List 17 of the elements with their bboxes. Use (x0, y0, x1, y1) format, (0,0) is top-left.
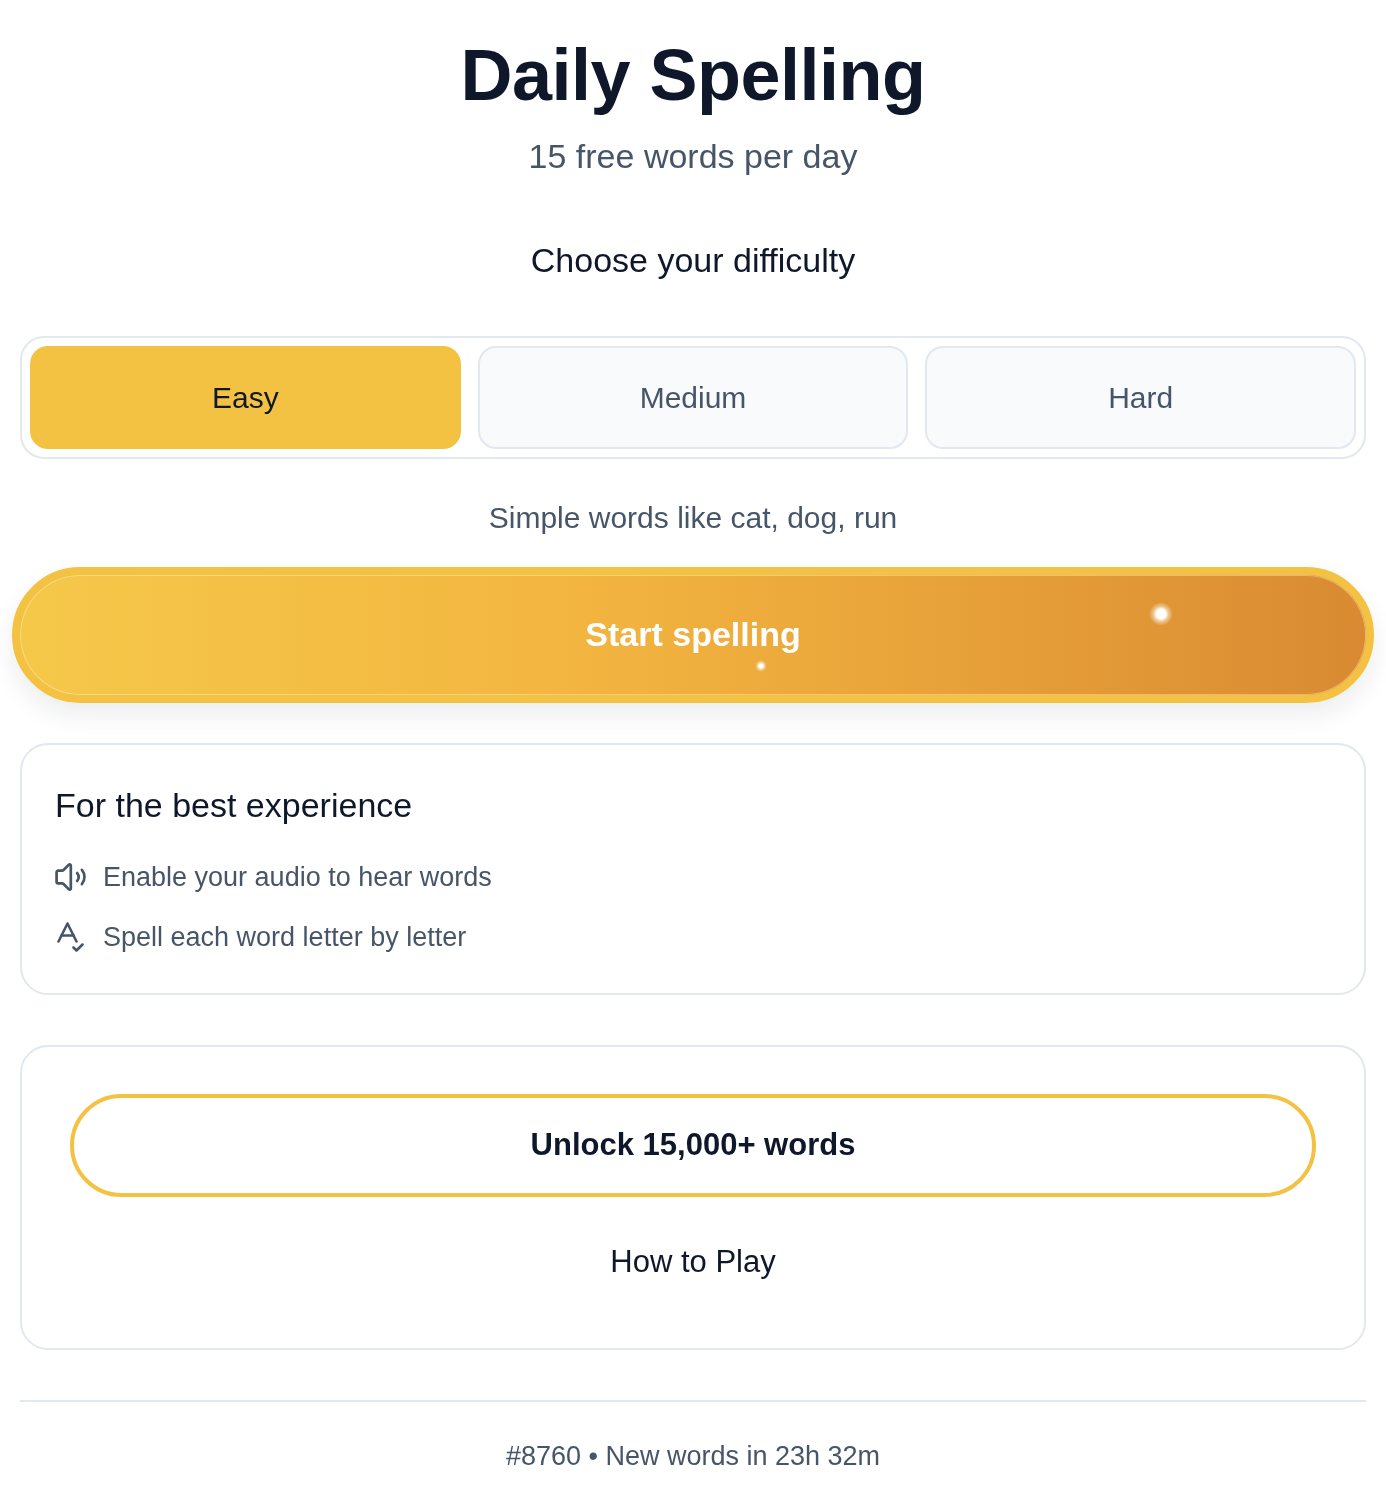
footer-text: #8760 • New words in 23h 32m (505, 1440, 881, 1473)
tip-text: Enable your audio to hear words (103, 860, 492, 894)
unlock-button[interactable]: Unlock 15,000+ words (70, 1093, 1316, 1197)
difficulty-description: Simple words like cat, dog, run (488, 500, 898, 536)
speaker-icon (55, 862, 86, 893)
tip-text: Spell each word letter by letter (103, 920, 467, 954)
sparkle-icon (755, 660, 767, 672)
sparkle-icon (1149, 602, 1173, 626)
card-title: For the best experience (55, 785, 414, 826)
difficulty-tab[interactable]: Hard (925, 346, 1356, 449)
subtitle: 15 free words per day (528, 136, 858, 178)
spell-check-icon (55, 922, 86, 953)
section-heading: Choose your difficulty (530, 240, 856, 281)
difficulty-tab[interactable]: Easy (30, 346, 461, 449)
page-title: Daily Spelling (460, 34, 926, 117)
how-to-play-link[interactable]: How to Play (590, 1230, 796, 1293)
difficulty-tab[interactable]: Medium (477, 346, 909, 449)
